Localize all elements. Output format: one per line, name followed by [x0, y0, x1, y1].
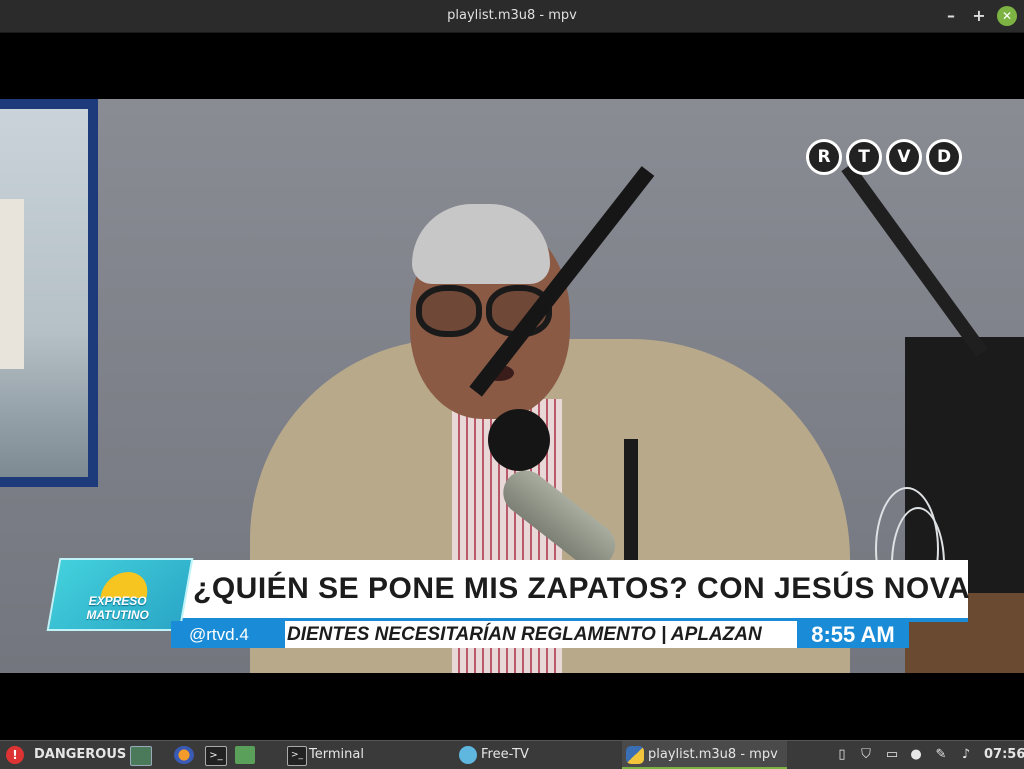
channel-logo-letter: R [806, 139, 842, 175]
window-title: playlist.m3u8 - mpv [447, 8, 577, 23]
video-frame[interactable]: R T V D ¿QUIÉN SE PONE MIS ZAPATOS? CON … [0, 99, 1024, 673]
clipboard-icon[interactable]: ▯ [834, 747, 850, 763]
video-area[interactable]: R T V D ¿QUIÉN SE PONE MIS ZAPATOS? CON … [0, 33, 1024, 739]
files-icon[interactable] [235, 746, 255, 764]
mic-arm-upper [841, 162, 988, 358]
firefox-icon[interactable] [174, 746, 194, 764]
task-label: Free-TV [481, 747, 529, 762]
broadcast-clock: 8:55 AM [797, 621, 909, 648]
task-label: playlist.m3u8 - mpv [648, 747, 778, 762]
studio-equipment [875, 337, 1024, 673]
start-menu-label: DANGEROUS [34, 747, 127, 762]
display-icon[interactable]: ▭ [884, 747, 900, 763]
microphone-foam [488, 409, 550, 471]
python-icon [626, 746, 644, 764]
show-logo-text: EXPRESO MATUTINO [86, 594, 149, 622]
start-menu-button[interactable]: ! DANGEROUS [0, 741, 126, 769]
maximize-button[interactable]: + [969, 6, 989, 26]
social-handle: @rtvd.4 [171, 621, 285, 648]
lens-left [416, 285, 482, 337]
channel-logo: R T V D [806, 139, 962, 175]
window-titlebar[interactable]: playlist.m3u8 - mpv – + ✕ [0, 0, 1024, 33]
headline-text: ¿QUIÉN SE PONE MIS ZAPATOS? CON JESÚS NO… [193, 572, 971, 605]
taskbar: ! DANGEROUS >_ >_ Terminal Free-TV playl… [0, 740, 1024, 769]
channel-logo-letter: D [926, 139, 962, 175]
presenter-hair [412, 204, 550, 284]
terminal-icon[interactable]: >_ [205, 746, 227, 766]
task-free-tv[interactable]: Free-TV [455, 741, 620, 769]
lower-third-headline-bar: ¿QUIÉN SE PONE MIS ZAPATOS? CON JESÚS NO… [175, 560, 971, 622]
taskbar-clock[interactable]: 07:56 [984, 741, 1024, 769]
user-icon[interactable]: ● [908, 747, 924, 763]
close-button[interactable]: ✕ [997, 6, 1017, 26]
mic-stand [624, 439, 638, 579]
channel-logo-letter: T [846, 139, 882, 175]
shield-icon[interactable]: ⛉ [858, 747, 874, 763]
minimize-button[interactable]: – [941, 6, 961, 26]
pen-icon[interactable]: ✎ [933, 747, 949, 763]
task-terminal[interactable]: >_ Terminal [283, 741, 453, 769]
terminal-launcher-icon[interactable] [130, 746, 152, 766]
free-tv-icon [459, 746, 477, 764]
task-label: Terminal [309, 747, 364, 762]
channel-logo-letter: V [886, 139, 922, 175]
volume-icon[interactable]: ♪ [958, 747, 974, 763]
studio-window [0, 99, 98, 487]
terminal-icon: >_ [287, 746, 307, 766]
news-ticker: DIENTES NECESITARÍAN REGLAMENTO | APLAZA… [285, 621, 797, 648]
task-mpv[interactable]: playlist.m3u8 - mpv [622, 741, 787, 769]
warning-icon: ! [6, 746, 24, 764]
